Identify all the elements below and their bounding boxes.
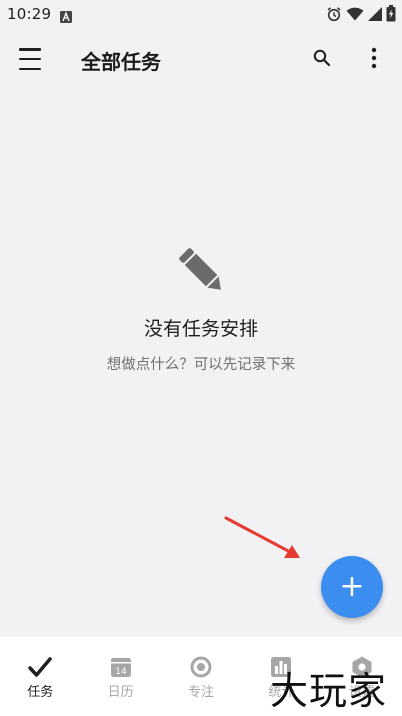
- pencil-icon: [171, 240, 231, 300]
- battery-icon: [386, 5, 396, 26]
- notification-a-icon: [60, 8, 72, 27]
- nav-label-calendar: 日历: [107, 685, 134, 700]
- nav-label-focus: 专注: [187, 685, 214, 700]
- check-icon: [28, 655, 52, 679]
- status-time: 10:29: [7, 5, 52, 23]
- menu-line: [19, 67, 41, 70]
- nav-item-focus[interactable]: 专注: [161, 637, 241, 716]
- empty-state-title: 没有任务安排: [143, 318, 258, 340]
- menu-line: [19, 57, 41, 61]
- focus-icon: [189, 655, 213, 679]
- page-title: 全部任务: [81, 50, 161, 74]
- calendar-day: 14: [115, 667, 127, 677]
- nav-label-tasks: 任务: [27, 685, 54, 700]
- plus-icon: +: [339, 569, 365, 604]
- signal-icon: [368, 6, 382, 25]
- more-options-icon[interactable]: [364, 46, 384, 70]
- calendar-icon: 14: [109, 655, 133, 679]
- app-bar: 全部任务: [0, 30, 402, 88]
- annotation-arrow-icon: [222, 514, 308, 568]
- menu-button[interactable]: [19, 48, 43, 70]
- wifi-icon: [346, 6, 364, 25]
- status-bar: 10:29: [0, 0, 402, 28]
- add-task-button[interactable]: +: [321, 556, 383, 618]
- menu-line: [19, 48, 41, 51]
- empty-state-subtitle: 想做点什么？可以先记录下来: [106, 357, 296, 373]
- search-icon[interactable]: [312, 48, 332, 68]
- nav-item-calendar[interactable]: 14 日历: [80, 637, 160, 716]
- alarm-icon: [326, 6, 342, 26]
- nav-item-tasks[interactable]: 任务: [0, 637, 80, 716]
- watermark: 大玩家: [270, 669, 388, 713]
